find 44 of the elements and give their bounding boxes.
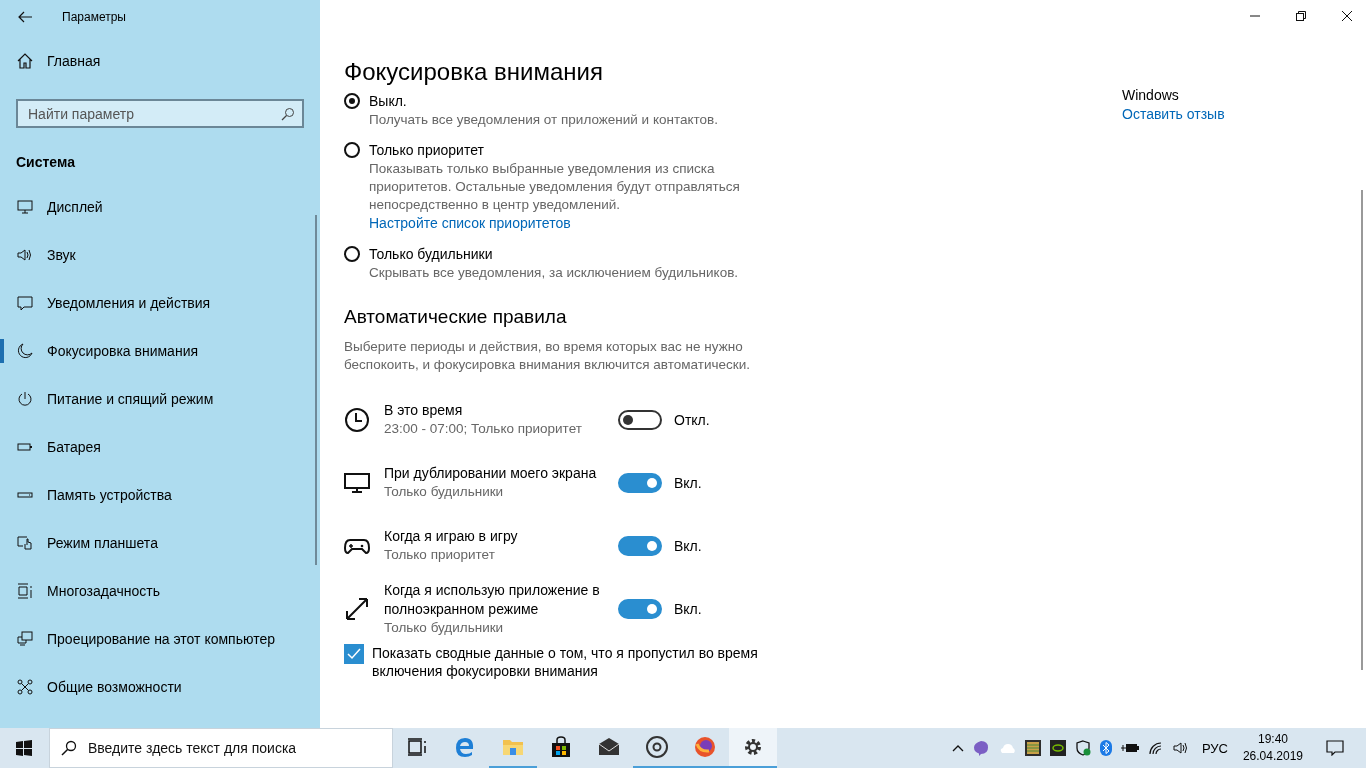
- rule-subtitle: Только будильники: [384, 618, 505, 637]
- home-link[interactable]: Главная: [0, 32, 320, 90]
- sidebar-item[interactable]: Звук: [0, 231, 320, 279]
- option-label: Только приоритет: [369, 141, 485, 160]
- sidebar-item[interactable]: Общие возможности: [0, 663, 320, 711]
- section-heading: Система: [15, 153, 76, 172]
- section-title: Автоматические правила: [344, 306, 568, 328]
- aside-heading: Windows: [1122, 86, 1180, 105]
- page-title: Фокусировка внимания: [344, 58, 604, 86]
- option-label: Только будильники: [369, 245, 494, 264]
- taskbar-search-field[interactable]: Введите здесь текст для поиска: [49, 728, 393, 768]
- language-indicator[interactable]: РУС: [1201, 740, 1228, 756]
- sidebar-item[interactable]: Режим планшета: [0, 519, 320, 567]
- sidebar-item[interactable]: Многозадачность: [0, 567, 320, 615]
- option-description: Показывать только выбранные уведомления из списка приоритетов. Остальные уведомления будут отправляться непосредственно в центр уведомлений.: [369, 160, 741, 214]
- option-label: Выкл.: [369, 92, 408, 111]
- rule-subtitle: Только приоритет: [384, 546, 496, 564]
- rule-subtitle: Только будильники: [384, 483, 505, 501]
- clock-time[interactable]: 19:40: [1257, 731, 1288, 748]
- option-description: Получать все уведомления от приложений и контактов.: [369, 111, 719, 129]
- window-title: Параметры: [62, 10, 126, 24]
- rule-title: Когда я играю в игру: [384, 527, 519, 546]
- toggle-state: Откл.: [674, 411, 710, 428]
- toggle-state: Вкл.: [674, 474, 702, 491]
- rules-description: Выберите периоды и действия, во время которых вас не нужно беспокоить, и фокусировка внимания включится автоматически.: [344, 338, 751, 374]
- sidebar-item[interactable]: Дисплей: [0, 183, 320, 231]
- feedback-link[interactable]: Оставить отзыв: [1122, 105, 1225, 124]
- rule-title: Когда я использую приложение в полноэкранном режиме: [384, 580, 601, 619]
- toggle-state: Вкл.: [674, 537, 702, 554]
- sidebar-item[interactable]: Фокусировка внимания: [0, 327, 320, 375]
- search-field[interactable]: Найти параметр: [16, 99, 304, 128]
- option-description: Скрывать все уведомления, за исключением будильников.: [369, 264, 740, 282]
- rule-title: В это время: [384, 401, 464, 420]
- sidebar-item[interactable]: Память устройства: [0, 471, 320, 519]
- sidebar-item[interactable]: Уведомления и действия: [0, 279, 320, 327]
- checkbox-label: Показать сводные данные о том, что я пропустил во время включения фокусировки внимания: [372, 644, 759, 680]
- clock-date[interactable]: 26.04.2019: [1242, 748, 1303, 765]
- sidebar-item[interactable]: Проецирование на этот компьютер: [0, 615, 320, 663]
- sidebar-item[interactable]: Батарея: [0, 423, 320, 471]
- rule-subtitle: 23:00 - 07:00; Только приоритет: [384, 420, 583, 438]
- rule-title: При дублировании моего экрана: [384, 464, 598, 483]
- toggle-state: Вкл.: [674, 600, 702, 617]
- sidebar-item[interactable]: Питание и спящий режим: [0, 375, 320, 423]
- priority-list-link[interactable]: Настройте список приоритетов: [369, 214, 571, 233]
